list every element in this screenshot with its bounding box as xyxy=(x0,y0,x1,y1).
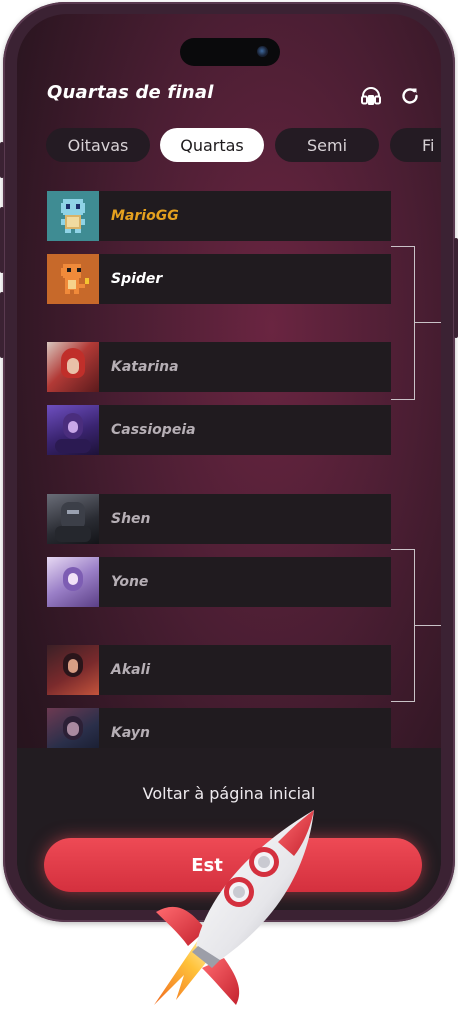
player-slot[interactable]: MarioGG xyxy=(47,191,391,241)
phone-frame: Quartas de final Oitavas Quartas Semi Fi xyxy=(0,2,458,922)
bracket-line xyxy=(414,322,441,323)
bracket: MarioGG Spider Katarina Cassiopeia Shen … xyxy=(17,14,441,749)
bracket-line xyxy=(391,549,415,550)
squirtle-avatar xyxy=(47,191,99,241)
charmander-avatar xyxy=(47,254,99,304)
bracket-line xyxy=(391,246,415,247)
volume-down-button xyxy=(0,292,4,358)
player-slot[interactable]: Kayn xyxy=(47,708,391,749)
player-name: Spider xyxy=(111,271,163,287)
player-name: Shen xyxy=(111,511,151,527)
kayn-avatar xyxy=(47,708,99,749)
bracket-line xyxy=(391,701,415,702)
mute-switch xyxy=(0,142,4,178)
player-name: Yone xyxy=(111,574,149,590)
power-button xyxy=(454,238,458,338)
yone-avatar xyxy=(47,557,99,607)
bracket-line xyxy=(414,625,441,626)
akali-avatar xyxy=(47,645,99,695)
player-name: Akali xyxy=(111,662,151,678)
shen-avatar xyxy=(47,494,99,544)
screen: Quartas de final Oitavas Quartas Semi Fi xyxy=(17,14,441,910)
player-name: MarioGG xyxy=(111,208,179,224)
katarina-avatar xyxy=(47,342,99,392)
cassiopeia-avatar xyxy=(47,405,99,455)
bracket-line xyxy=(414,246,415,400)
volume-up-button xyxy=(0,207,4,273)
player-name: Cassiopeia xyxy=(111,422,196,438)
rocket-icon xyxy=(154,810,314,1005)
player-slot[interactable]: Akali xyxy=(47,645,391,695)
player-slot[interactable]: Cassiopeia xyxy=(47,405,391,455)
player-slot[interactable]: Katarina xyxy=(47,342,391,392)
player-slot[interactable]: Spider xyxy=(47,254,391,304)
bracket-line xyxy=(391,399,415,400)
player-slot[interactable]: Shen xyxy=(47,494,391,544)
player-slot[interactable]: Yone xyxy=(47,557,391,607)
player-name: Katarina xyxy=(111,359,179,375)
player-name: Kayn xyxy=(111,725,150,741)
